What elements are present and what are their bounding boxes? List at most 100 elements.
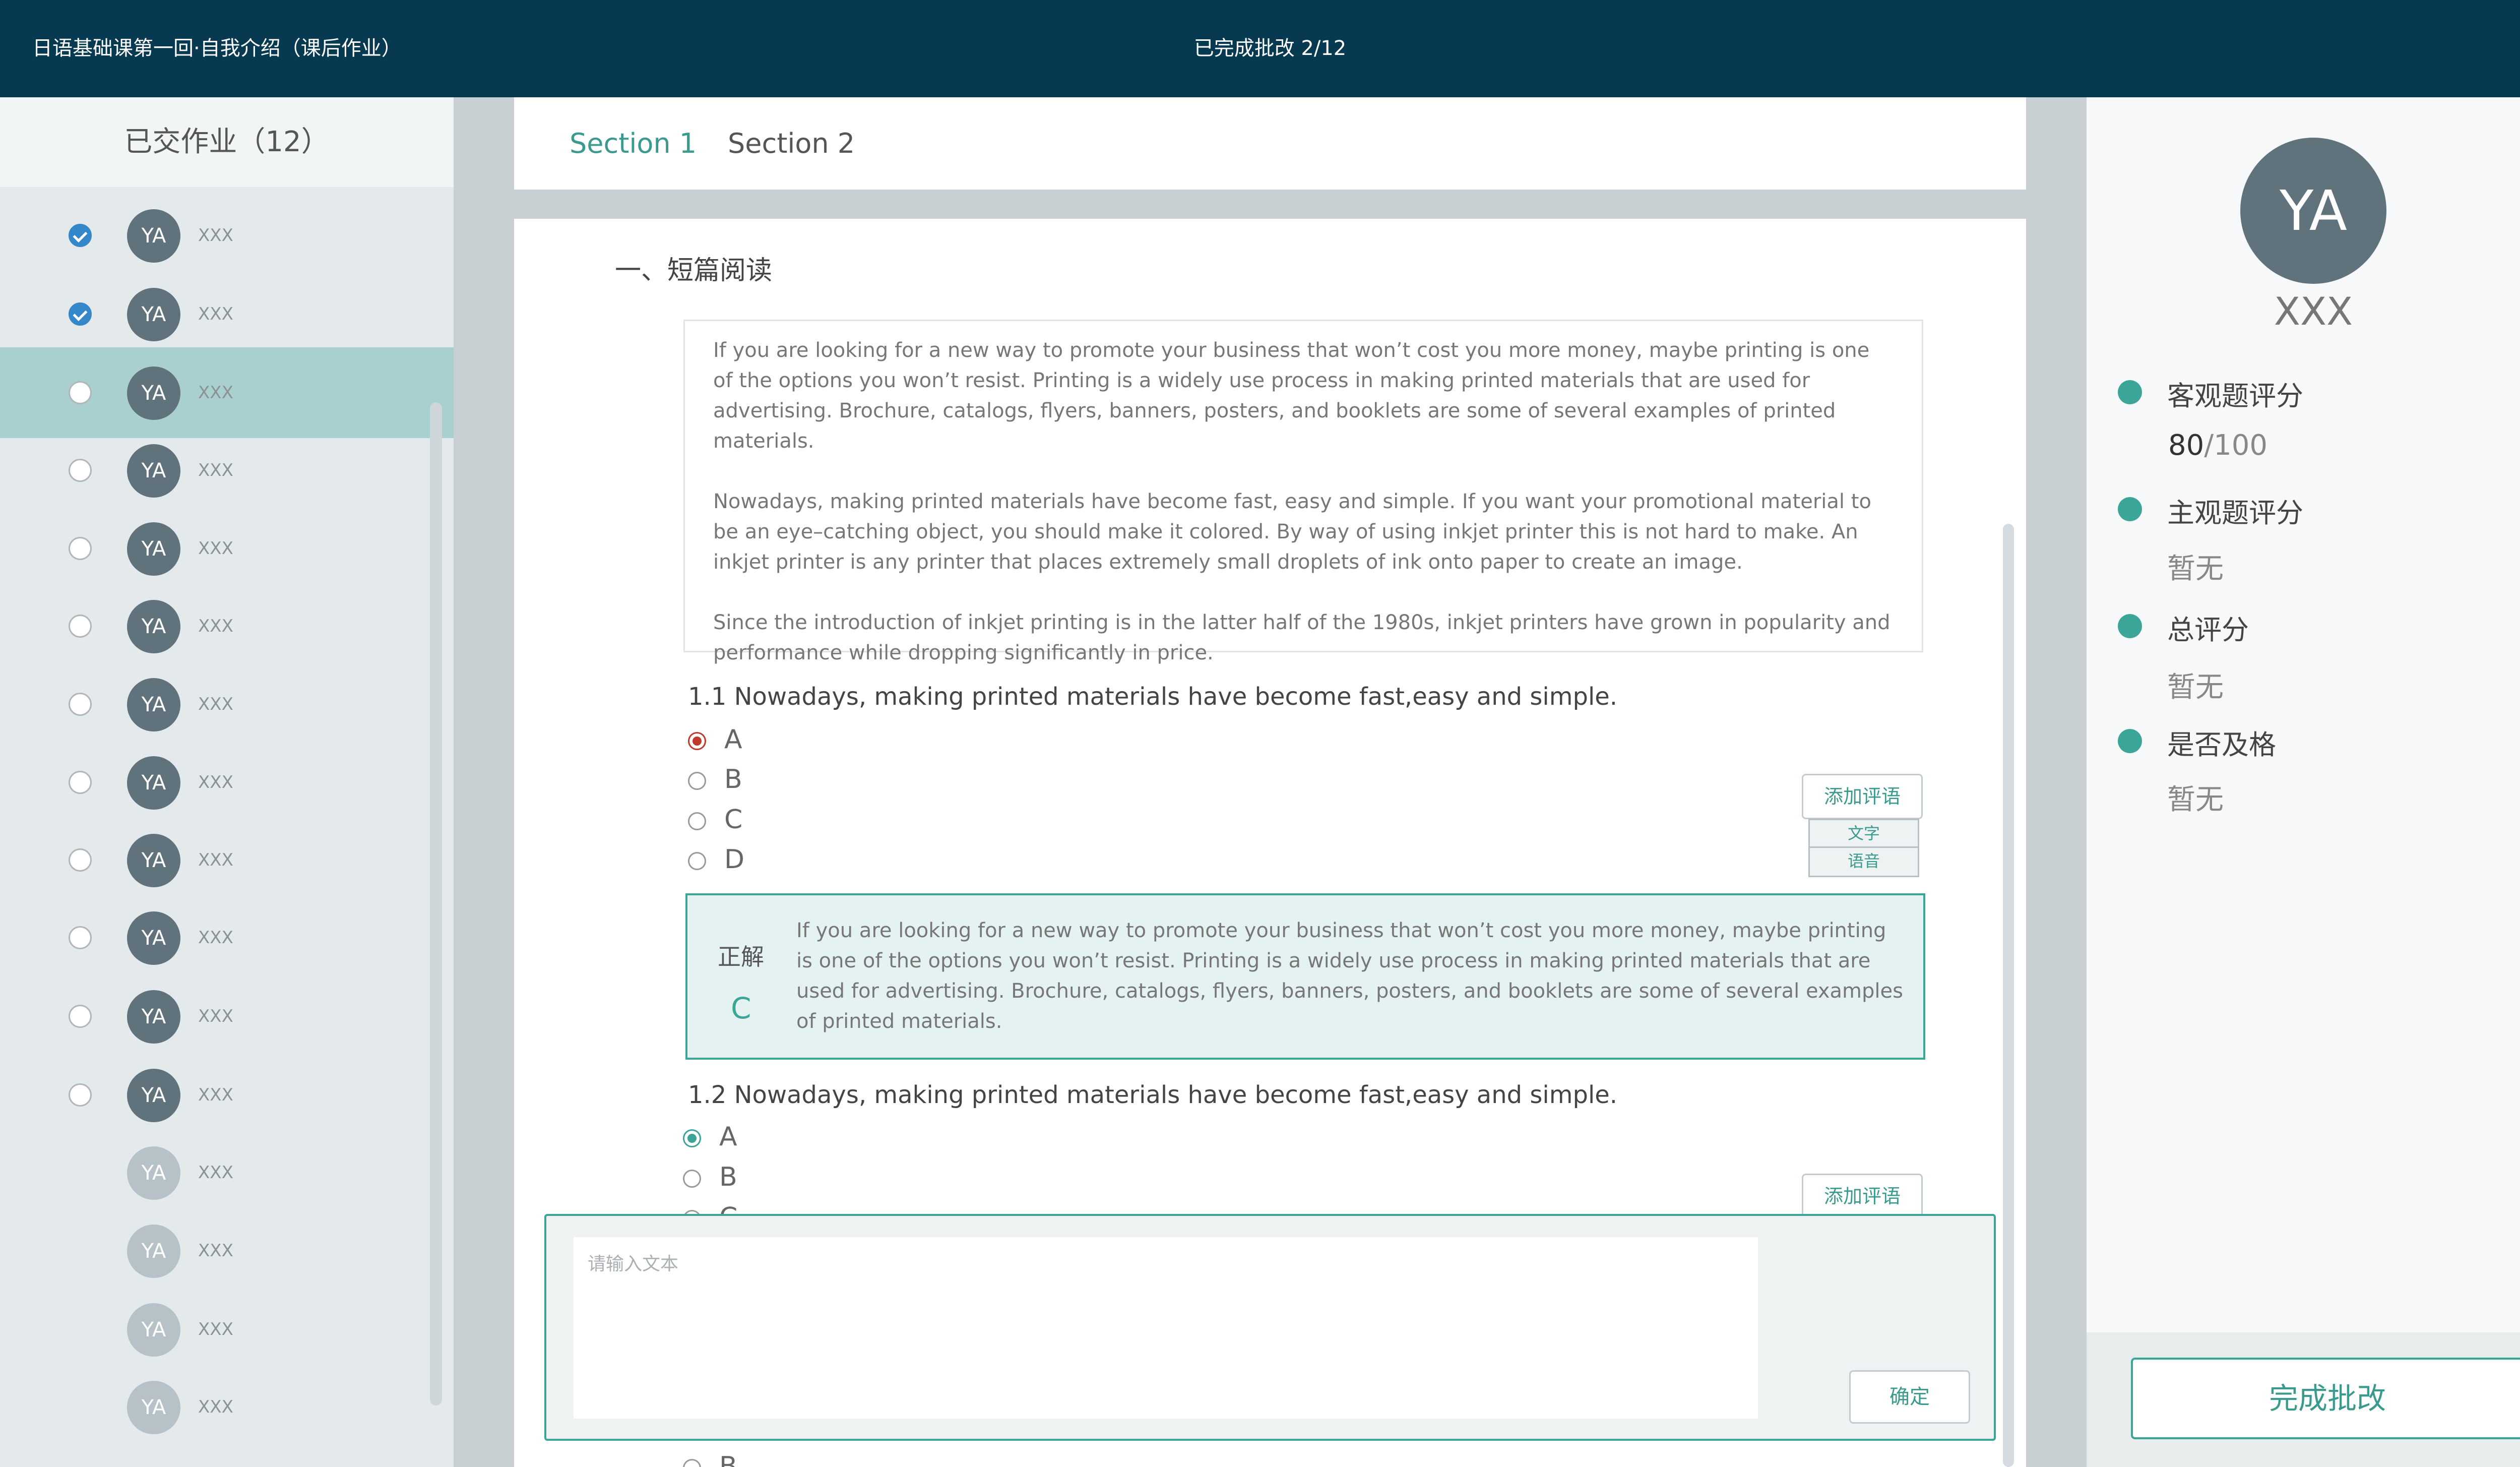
score-dot-icon — [2118, 729, 2142, 753]
content-scrollbar[interactable] — [2003, 524, 2014, 1467]
student-avatar: YA — [127, 288, 180, 341]
radio-selected-correct-icon[interactable] — [683, 1129, 701, 1147]
question-text: 1.2 Nowadays, making printed materials h… — [688, 1081, 1618, 1109]
student-row[interactable]: YA XXX — [0, 737, 454, 828]
option-label: B — [724, 764, 742, 794]
finish-grading-button[interactable]: 完成批改 — [2131, 1358, 2520, 1439]
score-dot-icon — [2118, 614, 2142, 638]
ungraded-circle-icon[interactable] — [69, 381, 92, 404]
student-row[interactable]: YA XXX — [0, 971, 454, 1062]
sidebar-scrollbar[interactable] — [430, 402, 442, 1405]
student-avatar: YA — [127, 600, 180, 653]
total-score-label: 总评分 — [2167, 614, 2249, 646]
student-name: XXX — [198, 1085, 233, 1105]
student-avatar-large: YA — [2240, 138, 2386, 284]
finish-area: 完成批改 — [2087, 1332, 2520, 1467]
comment-editor: 确定 — [544, 1214, 1996, 1441]
ungraded-circle-icon[interactable] — [69, 693, 92, 716]
student-avatar: YA — [127, 1146, 180, 1200]
top-bar: 日语基础课第一回·自我介绍（课后作业） 已完成批改 2/12 — [0, 0, 2520, 97]
radio-icon[interactable] — [688, 852, 706, 870]
comment-type-text[interactable]: 文字 — [1808, 819, 1919, 848]
student-score-panel: YA XXX 客观题评分 80/100 主观题评分 暂无 总评分 暂无 是否及格… — [2087, 97, 2520, 1467]
ungraded-circle-icon[interactable] — [69, 848, 92, 872]
student-avatar: YA — [127, 444, 180, 498]
student-name: XXX — [198, 1163, 233, 1183]
student-row[interactable]: YA XXX — [0, 425, 454, 516]
student-name-large: XXX — [2274, 289, 2353, 334]
student-row-unsubmitted[interactable]: YA XXX — [0, 1205, 454, 1296]
student-row-unsubmitted[interactable]: YA XXX — [0, 1284, 454, 1375]
question-text: 1.1 Nowadays, making printed materials h… — [688, 683, 1618, 711]
student-name: XXX — [198, 694, 233, 714]
objective-score-value: 80/100 — [2168, 429, 2267, 462]
student-name: XXX — [198, 1397, 233, 1417]
option-label: B — [719, 1162, 737, 1192]
subjective-score-label: 主观题评分 — [2167, 497, 2303, 529]
ungraded-circle-icon[interactable] — [69, 537, 92, 560]
graded-check-icon[interactable] — [69, 224, 92, 247]
submission-count-title: 已交作业（12） — [0, 97, 454, 187]
reading-passage: If you are looking for a new way to prom… — [683, 320, 1923, 664]
ungraded-circle-icon[interactable] — [69, 1005, 92, 1028]
passage-paragraph: Since the introduction of inkjet printin… — [713, 611, 1891, 664]
student-row[interactable]: YA XXX — [0, 581, 454, 671]
option-label: D — [724, 844, 745, 875]
correct-answer-box: 正解 C If you are looking for a new way to… — [685, 893, 1925, 1060]
tab-section-1[interactable]: Section 1 — [570, 97, 697, 190]
student-row-unsubmitted[interactable]: YA XXX — [0, 1362, 454, 1452]
radio-selected-wrong-icon[interactable] — [688, 732, 706, 750]
comment-input[interactable] — [574, 1237, 1758, 1419]
add-comment-button[interactable]: 添加评语 — [1802, 1174, 1923, 1219]
student-row-selected[interactable]: YA XXX — [0, 347, 454, 438]
student-row[interactable]: YA XXX — [0, 1050, 454, 1140]
score-dot-icon — [2118, 497, 2142, 521]
student-avatar: YA — [127, 834, 180, 887]
score-dot-icon — [2118, 380, 2142, 404]
ungraded-circle-icon[interactable] — [69, 926, 92, 949]
student-name: XXX — [198, 1241, 233, 1261]
student-row[interactable]: YA XXX — [0, 815, 454, 905]
student-row[interactable]: YA XXX — [0, 190, 454, 281]
ungraded-circle-icon[interactable] — [69, 1083, 92, 1107]
student-row[interactable]: YA XXX — [0, 269, 454, 359]
option-label: B — [719, 1451, 737, 1467]
grading-progress: 已完成批改 2/12 — [1193, 37, 1347, 60]
radio-icon[interactable] — [683, 1459, 701, 1467]
graded-check-icon[interactable] — [69, 302, 92, 326]
ungraded-circle-icon[interactable] — [69, 771, 92, 794]
student-avatar: YA — [127, 366, 180, 420]
radio-icon[interactable] — [683, 1170, 701, 1188]
student-name: XXX — [198, 616, 233, 636]
option-label: A — [719, 1122, 737, 1152]
student-name: XXX — [198, 928, 233, 948]
student-avatar: YA — [127, 911, 180, 965]
ungraded-circle-icon[interactable] — [69, 459, 92, 482]
student-name: XXX — [198, 850, 233, 870]
student-row-unsubmitted[interactable]: YA XXX — [0, 1127, 454, 1218]
student-name: XXX — [198, 460, 233, 480]
objective-score-total: /100 — [2204, 429, 2268, 462]
student-avatar: YA — [127, 678, 180, 731]
comment-type-voice[interactable]: 语音 — [1808, 848, 1919, 877]
comment-type-menu: 文字 语音 — [1808, 819, 1919, 877]
student-name: XXX — [198, 538, 233, 559]
passage-paragraph: If you are looking for a new way to prom… — [713, 339, 1870, 453]
section-heading: 一、短篇阅读 — [615, 256, 773, 286]
radio-icon[interactable] — [688, 812, 706, 830]
ungraded-circle-icon[interactable] — [69, 615, 92, 638]
student-name: XXX — [198, 1006, 233, 1026]
student-row[interactable]: YA XXX — [0, 659, 454, 750]
section-tabs: Section 1 Section 2 — [514, 97, 2026, 190]
student-row[interactable]: YA XXX — [0, 503, 454, 594]
tab-section-2[interactable]: Section 2 — [728, 97, 855, 190]
option-label: A — [724, 724, 742, 755]
student-row[interactable]: YA XXX — [0, 892, 454, 983]
student-avatar: YA — [127, 522, 180, 576]
add-comment-button[interactable]: 添加评语 — [1802, 774, 1923, 819]
confirm-button[interactable]: 确定 — [1849, 1370, 1970, 1424]
radio-icon[interactable] — [688, 772, 706, 790]
student-avatar: YA — [127, 209, 180, 263]
student-avatar: YA — [127, 1303, 180, 1357]
student-name: XXX — [198, 1319, 233, 1339]
